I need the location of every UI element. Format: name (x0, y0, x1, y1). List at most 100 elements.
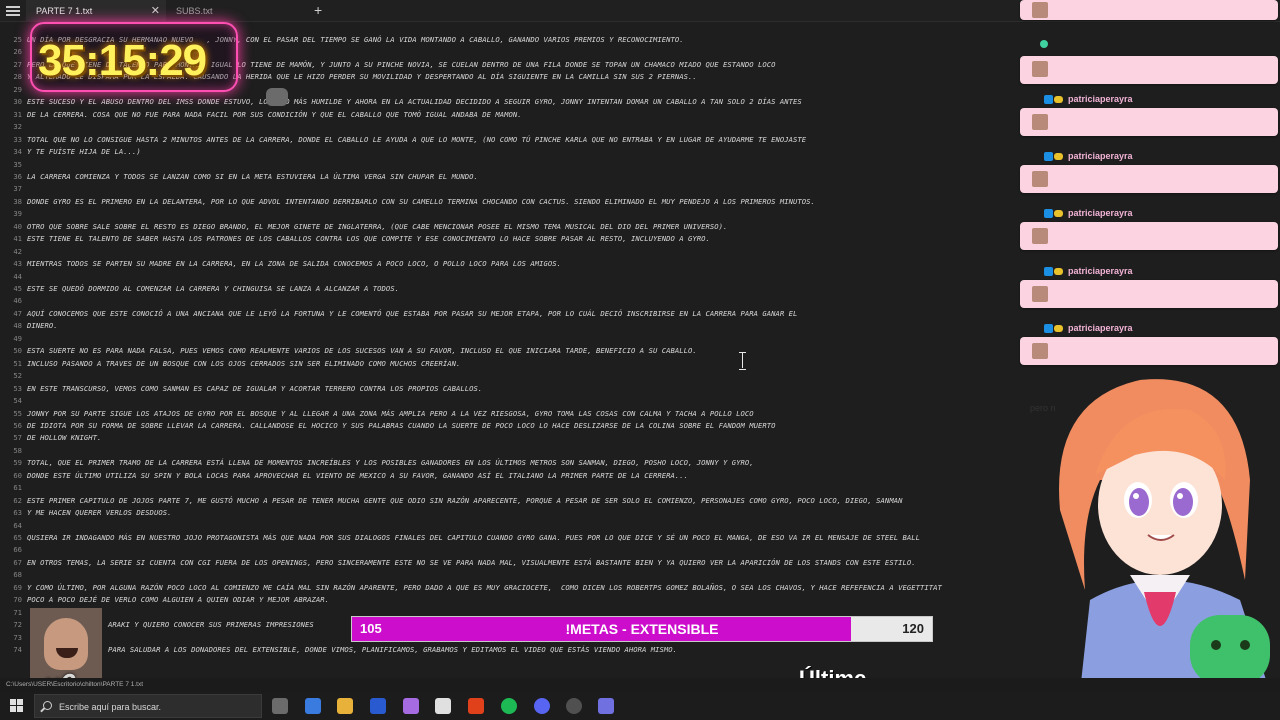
close-icon[interactable]: ✕ (151, 0, 160, 22)
search-icon (43, 701, 52, 710)
line-number: 65 (13, 533, 22, 542)
stream-timer: 35:15:29 (38, 36, 207, 85)
line-number: 71 (13, 607, 22, 617)
line-text: ESTE TIENE EL TALENTO DE SABER HASTA LOS… (27, 234, 710, 244)
line-number: 51 (13, 358, 22, 368)
chat-message-card (1020, 279, 1278, 308)
line-number: 25 (13, 35, 22, 44)
sub-badge-icon (1044, 152, 1053, 162)
discord-icon[interactable] (534, 698, 550, 714)
line-number: 52 (13, 371, 22, 381)
notes-icon[interactable] (370, 698, 386, 714)
chat-panel: patriciaperayra patriciaperayra patriciape… (1020, 0, 1280, 420)
line-number: 70 (13, 595, 22, 605)
line-number: 27 (13, 59, 22, 69)
line-number: 69 (13, 582, 22, 592)
chat-username: patriciaperayra (1068, 208, 1133, 219)
line-number: 49 (13, 333, 22, 343)
chat-message-card (1020, 108, 1278, 136)
line-number: 64 (13, 520, 22, 530)
line-number: 29 (13, 84, 22, 94)
avatar (1032, 2, 1048, 18)
line-text: TOTAL QUE NO LO CONSIGUE HASTA 2 MINUTOS… (27, 134, 807, 144)
avatar (1032, 285, 1048, 302)
store-icon[interactable] (305, 698, 321, 714)
chat-username: patriciaperayra (1068, 265, 1133, 276)
tab-label: SUBS.txt (176, 6, 213, 16)
avatar (1032, 61, 1048, 77)
line-number: 60 (13, 470, 22, 480)
line-number: 34 (13, 147, 22, 157)
line-text: JONNY POR SU PARTE SIGUE LOS ATAJOS DE G… (27, 408, 754, 418)
menu-icon[interactable] (6, 4, 20, 18)
line-number: 72 (13, 620, 22, 630)
tab-parte7[interactable]: PARTE 7 1.txt ✕ (26, 0, 166, 22)
chat-username-row: patriciaperayra (1024, 92, 1204, 106)
line-text: INCLUSO PASANDO A TRAVES DE UN BOSQUE CO… (27, 358, 461, 368)
line-text: ESTE SE QUEDÓ DORMIDO AL COMENZAR LA CAR… (27, 284, 400, 293)
line-text: QUSIERA IR INDAGANDO MÁS EN NUESTRO JOJO… (27, 533, 920, 542)
line-number: 53 (13, 383, 22, 393)
line-text: AQUÍ CONOCEMOS QUE ESTE CONOCIÓ A UNA AN… (27, 308, 798, 318)
calendar-icon[interactable] (435, 698, 451, 714)
line-number: 37 (13, 184, 22, 194)
line-number: 48 (13, 321, 22, 331)
taskbar-search[interactable]: Escribe aquí para buscar. (34, 694, 262, 718)
taskbar: Escribe aquí para buscar. (0, 692, 1280, 720)
new-tab-icon[interactable]: + (314, 2, 322, 18)
chat-card (1020, 56, 1278, 84)
line-text: Y TE FUÍSTE HIJA DE LA...) (27, 147, 141, 157)
line-number: 45 (13, 284, 22, 293)
text-cursor-icon (739, 352, 746, 370)
line-number: 26 (13, 47, 22, 57)
folder-icon[interactable] (337, 698, 353, 714)
bits-badge-icon (1054, 324, 1063, 332)
goal-progress-bar: 105 !METAS - EXTENSIBLE 120 (351, 616, 933, 642)
line-text: LA CARRERA COMIENZA Y TODOS SE LANZAN CO… (27, 171, 478, 181)
goal-target-value: 120 (902, 621, 924, 636)
line-number: 43 (13, 259, 22, 269)
brave-icon[interactable] (468, 698, 484, 714)
line-text: ESTA SUERTE NO ES PARA NADA FALSA, PUES … (27, 346, 697, 356)
line-number: 66 (13, 545, 22, 555)
line-number: 36 (13, 171, 22, 181)
cat-emote-icon (266, 88, 288, 106)
avatar (1032, 342, 1048, 359)
chat-message-card (1020, 165, 1278, 194)
line-number: 57 (13, 433, 22, 443)
line-text: DONDE ESTE ÚLTIMO UTILIZA SU SPIN Y BOLA… (27, 470, 688, 480)
line-text: OTRO QUE SOBRE SALE SOBRE EL RESTO ES DI… (27, 221, 728, 231)
line-text: DE LA CERRERA. COSA QUE NO FUE PARA NADA… (27, 109, 522, 119)
app-icon[interactable] (598, 698, 614, 714)
spotify-icon[interactable] (501, 698, 517, 714)
line-text: Y COMO ÚLTIMO, POR ALGUNA RAZÓN POCO LOC… (27, 582, 942, 592)
line-number: 62 (13, 495, 22, 505)
tab-label: PARTE 7 1.txt (36, 6, 93, 16)
line-text: DINERO. (27, 321, 58, 331)
task-view-icon[interactable] (272, 698, 288, 714)
pen-icon[interactable] (403, 698, 419, 714)
chat-username: patriciaperayra (1068, 322, 1133, 333)
line-number: 44 (13, 271, 22, 281)
line-number: 68 (13, 570, 22, 580)
line-text: DE HOLLOW KNIGHT. (27, 433, 102, 443)
avatar (1032, 114, 1048, 130)
status-bar: C:\Users\USER\Escritorio\chilton\PARTE 7… (0, 678, 1280, 692)
line-number: 30 (13, 97, 22, 107)
line-number: 31 (13, 109, 22, 119)
line-text: DE IDIOTA POR SU FORMA DE SOBRE LLEVAR L… (27, 420, 776, 430)
goal-label: !METAS - EXTENSIBLE (565, 621, 719, 637)
bits-badge-icon (1054, 153, 1063, 161)
line-number: 61 (13, 483, 22, 493)
line-number: 38 (13, 196, 22, 206)
sub-badge-icon (1044, 95, 1053, 104)
windows-start-icon[interactable] (10, 699, 23, 712)
tab-subs[interactable]: SUBS.txt (166, 0, 296, 22)
line-text: PARA SALUDAR A LOS DONADORES DEL EXTENSI… (108, 645, 678, 655)
obs-icon[interactable] (566, 698, 582, 714)
bits-badge-icon (1054, 210, 1063, 218)
chat-username-row: patriciaperayra (1024, 149, 1204, 163)
line-text: EN OTROS TEMAS, LA SERIE SI CUENTA CON C… (27, 557, 916, 567)
avatar (1032, 228, 1048, 245)
line-number: 73 (13, 632, 22, 642)
